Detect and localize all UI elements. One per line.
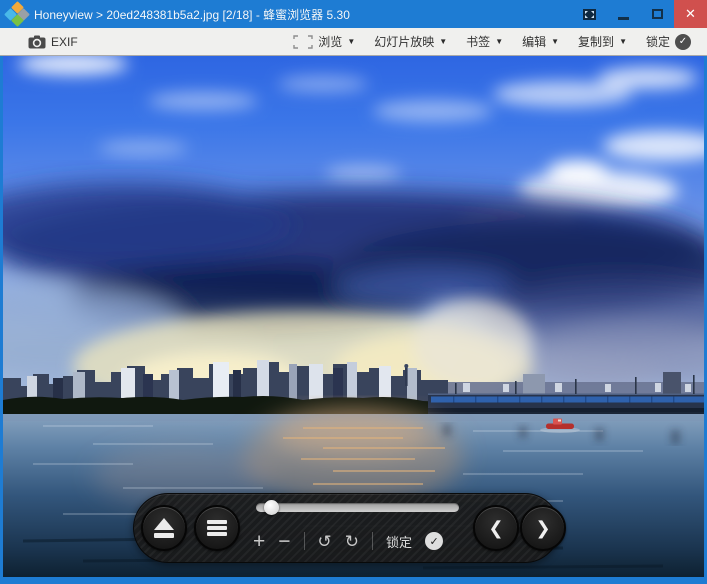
check-icon: ✓ (429, 535, 439, 548)
fullscreen-toggle-button[interactable] (572, 0, 606, 28)
lock-check-button[interactable]: ✓ (425, 532, 444, 550)
open-file-button[interactable] (141, 505, 187, 551)
window-title: Honeyview > 20ed248381b5a2.jpg [2/18] - … (34, 7, 350, 22)
honeyview-logo-icon (4, 1, 30, 27)
menu-bookmarks-label: 书签 (466, 35, 491, 49)
menu-edit-label: 编辑 (522, 35, 547, 49)
previous-image-button[interactable]: ❮ (473, 505, 519, 551)
close-icon: ✕ (685, 6, 696, 21)
titlebar[interactable]: Honeyview > 20ed248381b5a2.jpg [2/18] - … (0, 0, 707, 28)
zoom-out-button[interactable]: − (278, 531, 290, 552)
menu-slideshow[interactable]: 幻灯片放映 ▼ (374, 33, 447, 50)
exif-label: EXIF (51, 34, 78, 49)
menu-copy-to[interactable]: 复制到 ▼ (578, 33, 627, 50)
window-controls: ✕ (572, 0, 707, 28)
photo-canvas[interactable]: + − ↺ ↻ 锁定 ✓ ❮ ❯ (3, 56, 704, 577)
floating-control-bar: + − ↺ ↻ 锁定 ✓ ❮ ❯ (133, 493, 566, 563)
maximize-icon (651, 9, 663, 19)
chevron-right-icon: ❯ (535, 517, 551, 538)
chevron-down-icon: ▼ (347, 37, 356, 46)
lock-toggle[interactable]: 锁定 ✓ (646, 33, 691, 50)
divider (372, 532, 374, 550)
menu-button[interactable] (194, 505, 240, 551)
minimize-icon (617, 16, 629, 20)
camera-icon (28, 35, 46, 48)
honeyview-window: Honeyview > 20ed248381b5a2.jpg [2/18] - … (0, 0, 707, 584)
eject-icon (154, 518, 174, 531)
menu-copy-to-label: 复制到 (578, 35, 615, 49)
chevron-down-icon: ▼ (619, 37, 627, 46)
menu-browse[interactable]: 浏览 ▼ (293, 33, 355, 50)
zoom-in-button[interactable]: + (253, 531, 265, 552)
menu-bookmarks[interactable]: 书签 ▼ (466, 33, 503, 50)
check-icon: ✓ (675, 33, 691, 50)
image-position-slider[interactable] (256, 499, 459, 515)
minimize-button[interactable] (606, 0, 640, 28)
maximize-button[interactable] (640, 0, 674, 28)
toolbar-menus: 浏览 ▼ 幻灯片放映 ▼ 书签 ▼ 编辑 ▼ 复制到 ▼ 锁定 ✓ (293, 33, 691, 50)
menu-slideshow-label: 幻灯片放映 (374, 35, 435, 49)
close-button[interactable]: ✕ (674, 0, 707, 28)
chevron-down-icon: ▼ (495, 37, 504, 46)
exif-button[interactable]: EXIF (0, 35, 78, 49)
menu-browse-label: 浏览 (318, 35, 343, 49)
lock-label: 锁定 (645, 35, 670, 49)
slider-handle[interactable] (264, 499, 279, 515)
menu-edit[interactable]: 编辑 ▼ (522, 33, 559, 50)
fullscreen-icon (582, 8, 596, 20)
control-row: + − ↺ ↻ 锁定 ✓ (253, 525, 444, 557)
rotate-right-button[interactable]: ↻ (345, 533, 359, 550)
chevron-down-icon: ▼ (439, 37, 448, 46)
hamburger-icon (207, 519, 227, 537)
divider (303, 532, 305, 550)
next-image-button[interactable]: ❯ (520, 505, 566, 551)
chevron-down-icon: ▼ (551, 37, 560, 46)
chevron-left-icon: ❮ (488, 517, 504, 538)
toolbar: EXIF 浏览 ▼ 幻灯片放映 ▼ 书签 ▼ 编辑 ▼ 复制到 ▼ 锁定 ✓ (0, 28, 707, 56)
rotate-left-button[interactable]: ↺ (318, 533, 332, 550)
fit-to-window-icon (293, 34, 313, 49)
lock-label: 锁定 (386, 534, 413, 550)
